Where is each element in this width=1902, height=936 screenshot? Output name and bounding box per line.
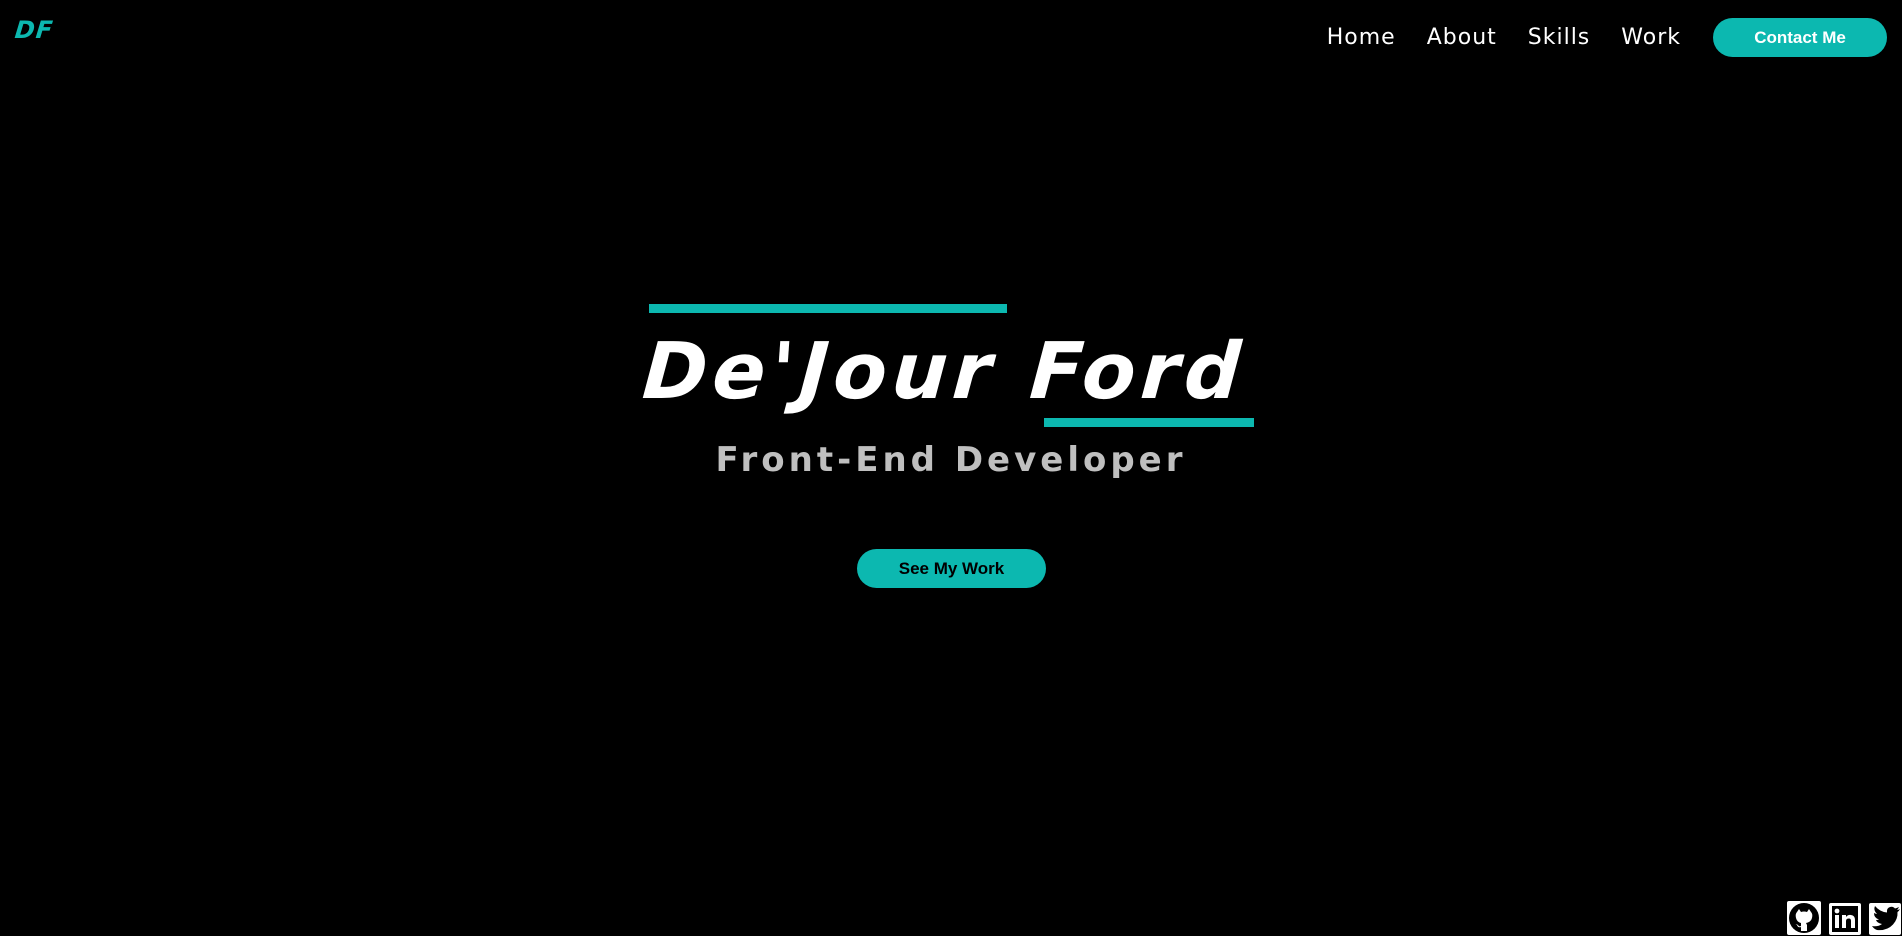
nav-link-home[interactable]: Home: [1327, 25, 1396, 50]
nav-link-about[interactable]: About: [1427, 25, 1497, 50]
linkedin-link[interactable]: [1828, 902, 1862, 936]
nav-link-skills[interactable]: Skills: [1528, 25, 1591, 50]
github-icon: [1786, 900, 1822, 936]
hero-first-name: De'Jour: [639, 327, 1000, 417]
twitter-icon: [1868, 902, 1902, 936]
linkedin-icon: [1828, 902, 1862, 936]
contact-me-button[interactable]: Contact Me: [1713, 18, 1887, 57]
nav-link-work[interactable]: Work: [1621, 25, 1681, 50]
hero-accent-bar-bottom: [1044, 418, 1254, 427]
hero-last-name: Ford: [1026, 327, 1249, 417]
social-links: [1780, 900, 1902, 936]
github-link[interactable]: [1786, 900, 1822, 936]
twitter-link[interactable]: [1868, 902, 1902, 936]
see-my-work-button[interactable]: See My Work: [857, 549, 1046, 588]
hero-accent-bar-top: [649, 304, 1007, 313]
hero-subtitle: Front-End Developer: [715, 440, 1187, 480]
hero-title: De'Jour Ford: [640, 327, 1266, 417]
site-logo[interactable]: DF: [14, 16, 55, 44]
main-nav: Home About Skills Work Contact Me: [1327, 18, 1887, 57]
